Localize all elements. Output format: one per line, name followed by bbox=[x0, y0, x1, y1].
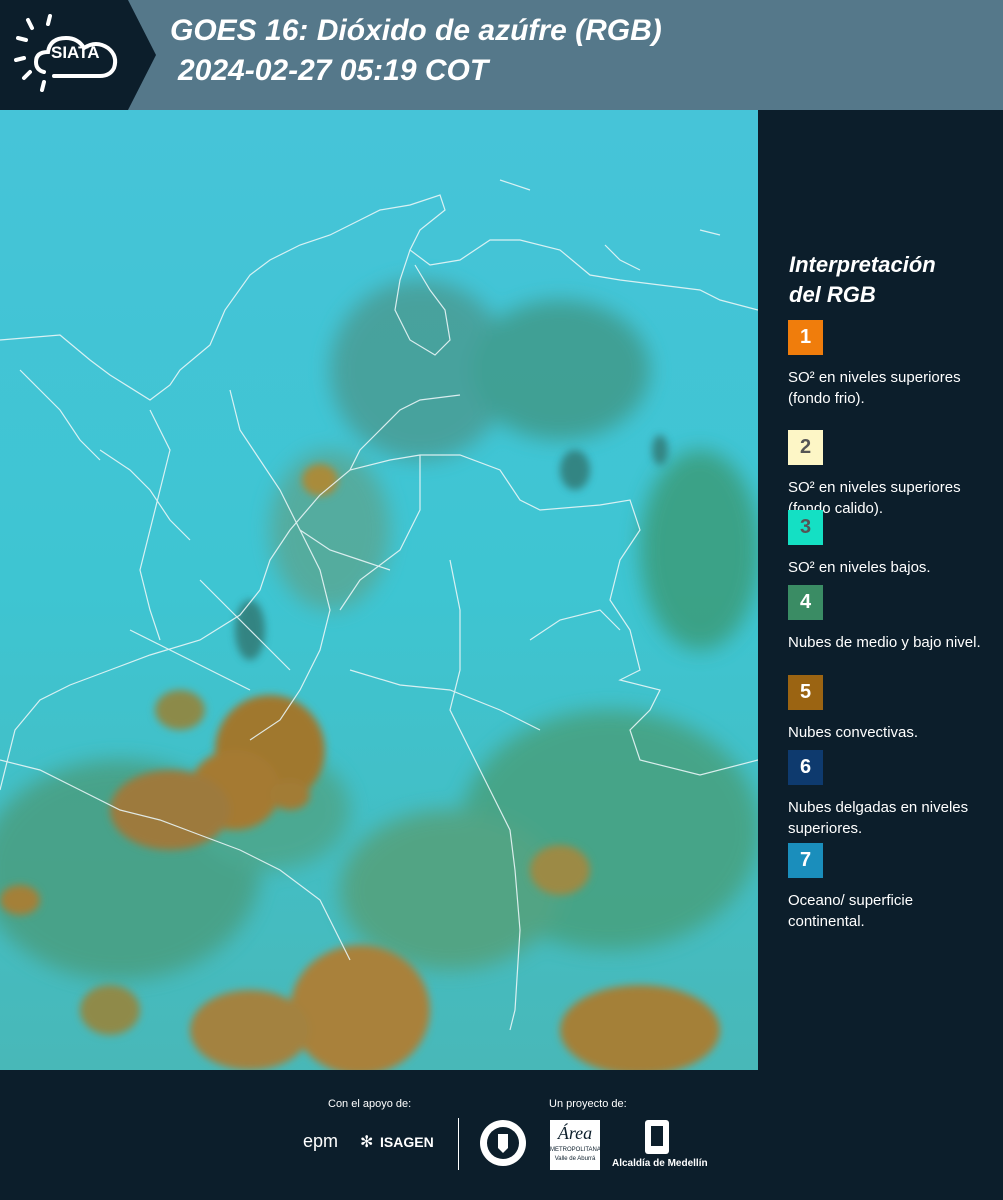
legend-item: 4 Nubes de medio y bajo nivel. bbox=[788, 585, 988, 653]
logo-text: SIATA bbox=[51, 43, 100, 62]
legend-title-line2: del RGB bbox=[789, 282, 876, 307]
area-logo-line2: METROPOLITANA bbox=[550, 1147, 601, 1153]
legend-swatch: 4 bbox=[788, 585, 823, 620]
legend-label: SO² en niveles bajos. bbox=[788, 559, 931, 576]
logo-arrow bbox=[128, 0, 156, 110]
legend-item: 6 Nubes delgadas en niveles superiores. bbox=[788, 750, 988, 839]
support-label: Con el apoyo de: bbox=[328, 1098, 412, 1110]
area-logo-line3: Valle de Aburrá bbox=[554, 1156, 596, 1162]
legend-item: 3 SO² en niveles bajos. bbox=[788, 510, 988, 578]
medellin-logo-text[interactable]: Alcaldía de Medellín bbox=[612, 1158, 708, 1169]
area-metropolitana-logo[interactable]: Área METROPOLITANA Valle de Aburrá bbox=[550, 1120, 601, 1170]
legend-label: Nubes de medio y bajo nivel. bbox=[788, 634, 981, 651]
satellite-image bbox=[0, 110, 758, 1070]
epm-logo[interactable]: epm bbox=[303, 1131, 338, 1152]
legend-swatch: 1 bbox=[788, 320, 823, 355]
legend-panel: Interpretación del RGB 1 SO² en niveles s… bbox=[760, 110, 1003, 1070]
footer-divider bbox=[458, 1118, 459, 1170]
isagen-logo[interactable]: ISAGEN bbox=[380, 1134, 434, 1150]
seal-icon[interactable] bbox=[478, 1118, 528, 1168]
header-bar: SIATA GOES 16: Dióxido de azúfre (RGB) 2… bbox=[0, 0, 1003, 110]
satellite-map[interactable] bbox=[0, 110, 758, 1070]
isagen-icon: ✻ bbox=[360, 1134, 374, 1151]
area-logo-name: Área bbox=[557, 1123, 593, 1143]
legend-label: Nubes convectivas. bbox=[788, 724, 919, 741]
page-timestamp: 2024-02-27 05:19 COT bbox=[178, 54, 489, 87]
legend-item: 7 Oceano/ superficie continental. bbox=[788, 843, 988, 932]
legend-item: 1 SO² en niveles superiores (fondo frio). bbox=[788, 320, 988, 409]
legend-swatch: 5 bbox=[788, 675, 823, 710]
legend-item: 5 Nubes convectivas. bbox=[788, 675, 988, 743]
project-label: Un proyecto de: bbox=[549, 1098, 627, 1110]
legend-label: SO² en niveles superiores (fondo frio). bbox=[788, 369, 961, 407]
footer: Con el apoyo de: Un proyecto de: epm ✻ I… bbox=[0, 1070, 1003, 1200]
legend-title-line1: Interpretación bbox=[789, 252, 936, 277]
legend-title: Interpretación del RGB bbox=[789, 250, 989, 310]
legend-swatch: 2 bbox=[788, 430, 823, 465]
legend-label: Oceano/ superficie continental. bbox=[788, 892, 914, 930]
legend-swatch: 6 bbox=[788, 750, 823, 785]
legend-item: 2 SO² en niveles superiores (fondo calido… bbox=[788, 430, 988, 519]
siata-logo[interactable]: SIATA bbox=[0, 0, 128, 110]
legend-swatch: 3 bbox=[788, 510, 823, 545]
medellin-shield-icon bbox=[645, 1120, 669, 1154]
legend-label: Nubes delgadas en niveles superiores. bbox=[788, 799, 969, 837]
legend-swatch: 7 bbox=[788, 843, 823, 878]
page-title: GOES 16: Dióxido de azúfre (RGB) bbox=[170, 14, 662, 47]
